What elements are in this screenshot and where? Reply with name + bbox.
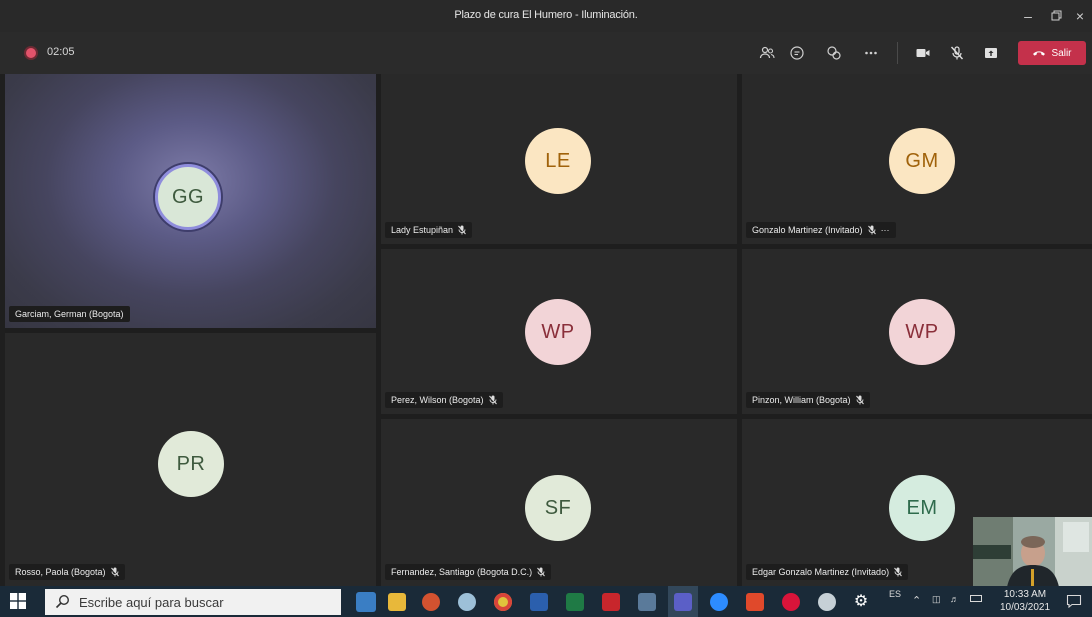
- participant-name: Edgar Gonzalo Martinez (Invitado): [752, 567, 890, 577]
- opera-icon[interactable]: [782, 593, 800, 611]
- language-indicator[interactable]: ES: [889, 589, 901, 599]
- avatar: GM: [889, 128, 955, 194]
- participant-tile[interactable]: GM Gonzalo Martinez (Invitado) ···: [742, 74, 1092, 244]
- excel-icon[interactable]: [566, 593, 584, 611]
- participant-name: Pinzon, William (Bogota): [752, 395, 851, 405]
- participant-name: Garciam, German (Bogota): [15, 309, 124, 319]
- mic-off-icon: [855, 395, 864, 405]
- battery-icon[interactable]: [970, 595, 982, 602]
- participant-tile[interactable]: WP Pinzon, William (Bogota): [742, 249, 1092, 414]
- acrobat-icon[interactable]: [602, 593, 620, 611]
- mic-off-icon: [894, 567, 902, 577]
- network-icon[interactable]: ◫: [932, 594, 941, 605]
- mic-off-icon: [537, 567, 545, 577]
- avatar: WP: [525, 299, 591, 365]
- participant-tile[interactable]: PR Rosso, Paola (Bogota): [5, 333, 376, 586]
- file-explorer-icon[interactable]: [388, 593, 406, 611]
- participant-tile[interactable]: SF Fernandez, Santiago (Bogota D.C.): [381, 419, 737, 586]
- steam-icon[interactable]: [818, 593, 836, 611]
- participant-name: Rosso, Paola (Bogota): [15, 567, 106, 577]
- settings-icon[interactable]: ⚙: [852, 593, 870, 611]
- camera-icon[interactable]: [912, 43, 934, 63]
- mic-off-icon: [488, 395, 497, 405]
- participant-tile[interactable]: LE Lady Estupiñan: [381, 74, 737, 244]
- leave-button-label: Salir: [1051, 47, 1072, 59]
- calculator-icon[interactable]: [638, 593, 656, 611]
- self-video-preview[interactable]: [973, 517, 1092, 587]
- participant-name-tag: Garciam, German (Bogota): [9, 306, 130, 322]
- participant-name-tag: Gonzalo Martinez (Invitado) ···: [746, 222, 896, 238]
- video-stage: GG Garciam, German (Bogota) LE Lady Estu…: [5, 74, 1092, 586]
- avatar: PR: [158, 431, 224, 497]
- participant-more-options[interactable]: ···: [881, 225, 890, 235]
- participant-tile-speaker[interactable]: GG Garciam, German (Bogota): [5, 74, 376, 328]
- notification-icon[interactable]: [1066, 594, 1082, 608]
- chevron-up-icon[interactable]: ⌃: [912, 594, 921, 607]
- chrome-icon[interactable]: [494, 593, 512, 611]
- meeting-toolbar: 02:05 Salir: [0, 32, 1092, 74]
- phone-hangup-icon: [1033, 51, 1046, 56]
- participant-tile[interactable]: WP Perez, Wilson (Bogota): [381, 249, 737, 414]
- participant-name: Lady Estupiñan: [391, 225, 454, 235]
- participant-name: Fernandez, Santiago (Bogota D.C.): [391, 567, 533, 577]
- taskbar-clock[interactable]: 10:33 AM 10/03/2021: [994, 588, 1056, 614]
- chat-icon[interactable]: [786, 43, 808, 63]
- participant-name-tag: Lady Estupiñan: [385, 222, 473, 238]
- meeting-timer: 02:05: [47, 46, 75, 58]
- window-title: Plazo de cura El Humero - Iluminación.: [454, 9, 638, 21]
- clock-time: 10:33 AM: [1003, 589, 1047, 600]
- teams-icon[interactable]: [674, 593, 692, 611]
- title-bar: Plazo de cura El Humero - Iluminación. –…: [0, 0, 1092, 32]
- zoom-icon[interactable]: [710, 593, 728, 611]
- windows-taskbar: Escribe aquí para buscar ⚙ ES ⌃ ◫ ♬ 10:3…: [0, 586, 1092, 617]
- mic-off-icon: [458, 225, 466, 235]
- taskbar-search-input[interactable]: Escribe aquí para buscar: [45, 589, 341, 615]
- powerpoint-icon[interactable]: [422, 593, 440, 611]
- share-screen-icon[interactable]: [980, 43, 1002, 63]
- clock-date: 10/03/2021: [999, 602, 1051, 613]
- participants-icon[interactable]: [756, 43, 778, 63]
- recording-indicator-icon: [26, 48, 36, 58]
- office-icon[interactable]: [746, 593, 764, 611]
- avatar: WP: [889, 299, 955, 365]
- participant-name-tag: Edgar Gonzalo Martinez (Invitado): [746, 564, 909, 580]
- participant-name-tag: Rosso, Paola (Bogota): [9, 564, 125, 580]
- outlook-icon[interactable]: [356, 592, 376, 612]
- reactions-icon[interactable]: [823, 43, 845, 63]
- leave-button[interactable]: Salir: [1018, 41, 1086, 65]
- avatar: EM: [889, 475, 955, 541]
- search-icon: [55, 594, 70, 609]
- participant-name-tag: Pinzon, William (Bogota): [746, 392, 870, 408]
- toolbar-divider: [897, 42, 898, 64]
- windows-start-icon[interactable]: [10, 593, 26, 609]
- minimize-icon[interactable]: –: [1014, 6, 1042, 26]
- participant-name-tag: Fernandez, Santiago (Bogota D.C.): [385, 564, 552, 580]
- search-placeholder: Escribe aquí para buscar: [79, 594, 224, 610]
- word-icon[interactable]: [530, 593, 548, 611]
- avatar: SF: [525, 475, 591, 541]
- more-options-icon[interactable]: [860, 43, 882, 63]
- participant-name: Gonzalo Martinez (Invitado): [752, 225, 863, 235]
- close-icon[interactable]: ×: [1066, 6, 1092, 26]
- avatar: LE: [525, 128, 591, 194]
- mic-off-icon: [110, 567, 119, 577]
- participant-name-tag: Perez, Wilson (Bogota): [385, 392, 503, 408]
- mic-off-icon[interactable]: [946, 43, 968, 63]
- volume-icon[interactable]: ♬: [950, 594, 959, 604]
- paint-icon[interactable]: [458, 593, 476, 611]
- mic-off-icon: [867, 225, 876, 235]
- participant-name: Perez, Wilson (Bogota): [391, 395, 484, 405]
- avatar: GG: [155, 164, 221, 230]
